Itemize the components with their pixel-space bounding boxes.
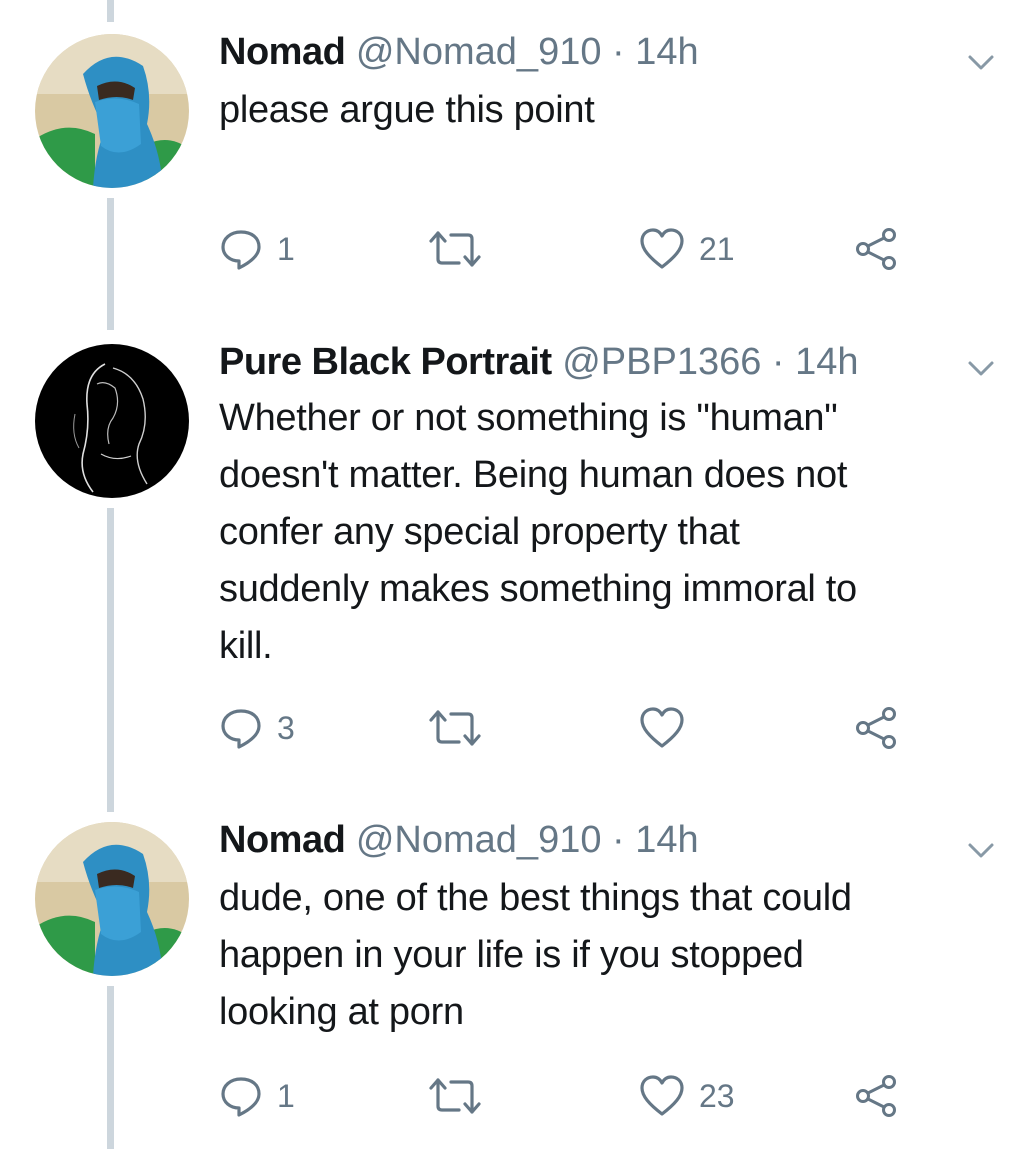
avatar-nomad[interactable] [35, 34, 189, 188]
user-handle[interactable]: @PBP1366 [562, 341, 761, 383]
share-icon [856, 1075, 896, 1117]
like-button[interactable]: 21 [639, 227, 735, 271]
chevron-down-icon[interactable] [964, 50, 998, 74]
share-button[interactable] [853, 227, 901, 271]
heart-icon [640, 707, 684, 748]
avatar-nomad-image [35, 822, 189, 976]
like-button[interactable] [639, 706, 699, 750]
timestamp[interactable]: 14h [635, 819, 698, 861]
tweet-2[interactable]: Pure Black Portrait @PBP1366 · 14h Wheth… [0, 340, 1031, 780]
tweet-text-line: dude, one of the best things that could [219, 877, 852, 919]
tweet-1[interactable]: Nomad @Nomad_910 · 14h please argue this… [0, 30, 1031, 300]
tweet-text-line: please argue this point [219, 89, 595, 131]
retweet-button[interactable] [425, 1074, 499, 1118]
tweet-text: dude, one of the best things that could … [219, 870, 999, 1041]
timestamp[interactable]: 14h [635, 31, 698, 73]
tweet-actions: 3 [219, 706, 919, 750]
separator: · [771, 341, 785, 383]
tweet-text-line: Whether or not something is "human" [219, 397, 838, 439]
chevron-down-icon[interactable] [964, 356, 998, 380]
share-icon [856, 707, 896, 749]
tweet-header: Nomad @Nomad_910 · 14h [219, 818, 699, 862]
tweet-text-line: looking at porn [219, 991, 464, 1033]
tweet-text-line: kill. [219, 625, 273, 667]
reply-icon [221, 1077, 261, 1117]
retweet-icon [429, 1078, 481, 1114]
like-count: 21 [699, 231, 735, 267]
share-button[interactable] [853, 706, 901, 750]
reply-count: 1 [277, 231, 295, 267]
reply-button[interactable]: 3 [219, 706, 295, 750]
retweet-button[interactable] [425, 227, 499, 271]
separator: · [612, 819, 625, 861]
like-count: 23 [699, 1078, 735, 1114]
thread-line-top [107, 0, 114, 22]
reply-icon [221, 709, 261, 749]
retweet-icon [429, 231, 481, 267]
like-button[interactable]: 23 [639, 1074, 735, 1118]
reply-count: 1 [277, 1078, 295, 1114]
tweet-text-line: doesn't matter. Being human does not [219, 454, 848, 496]
tweet-text-line: happen in your life is if you stopped [219, 934, 804, 976]
tweet-text-line: confer any special property that [219, 511, 740, 553]
display-name[interactable]: Nomad [219, 31, 346, 73]
tweet-actions: 1 21 [219, 227, 919, 271]
chevron-down-icon[interactable] [964, 838, 998, 862]
separator: · [612, 31, 625, 73]
avatar-nomad[interactable] [35, 822, 189, 976]
reply-button[interactable]: 1 [219, 227, 295, 271]
share-button[interactable] [853, 1074, 901, 1118]
tweet-text: please argue this point [219, 82, 999, 139]
share-icon [856, 228, 896, 270]
heart-icon [640, 1075, 684, 1116]
user-handle[interactable]: @Nomad_910 [356, 31, 602, 73]
tweet-header: Pure Black Portrait @PBP1366 · 14h [219, 340, 859, 384]
tweet-header: Nomad @Nomad_910 · 14h [219, 30, 699, 74]
reply-button[interactable]: 1 [219, 1074, 295, 1118]
display-name[interactable]: Pure Black Portrait [219, 341, 552, 383]
tweet-text: Whether or not something is "human" does… [219, 390, 999, 675]
heart-icon [640, 228, 684, 269]
timestamp[interactable]: 14h [795, 341, 858, 383]
avatar-black-portrait-image [35, 344, 189, 498]
avatar-pure-black-portrait[interactable] [35, 344, 189, 498]
user-handle[interactable]: @Nomad_910 [356, 819, 602, 861]
tweet-actions: 1 23 [219, 1074, 919, 1118]
tweet-3[interactable]: Nomad @Nomad_910 · 14h dude, one of the … [0, 818, 1031, 1138]
reply-count: 3 [277, 710, 295, 746]
retweet-button[interactable] [425, 706, 499, 750]
display-name[interactable]: Nomad [219, 819, 346, 861]
tweet-text-line: suddenly makes something immoral to [219, 568, 857, 610]
reply-icon [221, 230, 261, 270]
retweet-icon [429, 710, 481, 746]
avatar-nomad-image [35, 34, 189, 188]
